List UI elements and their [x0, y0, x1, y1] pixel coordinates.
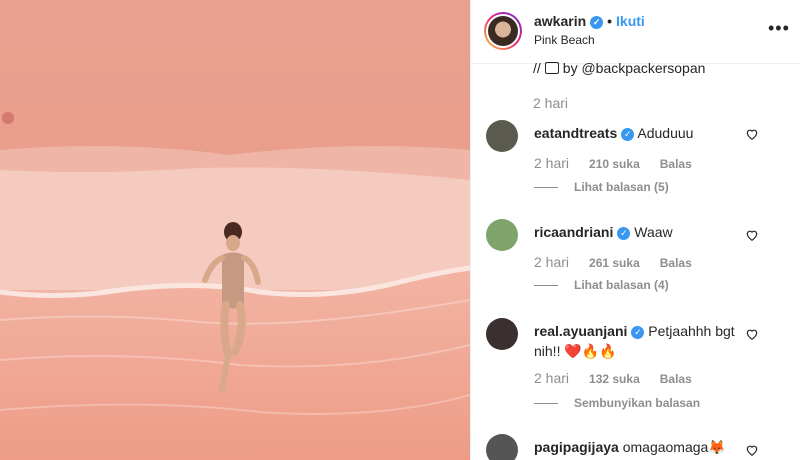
comment-avatar[interactable] [486, 434, 518, 460]
like-heart-icon[interactable] [745, 127, 759, 141]
comment-username[interactable]: ricaandriani [534, 224, 613, 240]
comment-avatar[interactable] [486, 120, 518, 152]
reply-button[interactable]: Balas [660, 256, 692, 270]
comment-username[interactable]: eatandtreats [534, 125, 617, 141]
comment-likes[interactable]: 210 suka [589, 157, 640, 171]
comment-username[interactable]: pagipagijaya [534, 439, 619, 455]
post-location[interactable]: Pink Beach [534, 33, 595, 47]
caption-time[interactable]: 2 hari [533, 95, 568, 111]
comment-avatar[interactable] [486, 318, 518, 350]
comment-text: Petjaahhh bgt [648, 323, 735, 339]
comment-likes[interactable]: 261 suka [589, 256, 640, 270]
comments-panel: awkarin ✓ • Ikuti Pink Beach ••• //by @back… [470, 0, 800, 460]
view-replies-label: Lihat balasan (5) [574, 180, 669, 194]
more-options-icon[interactable]: ••• [768, 18, 790, 39]
comment-text-continued: nih!! ❤️🔥🔥 [534, 343, 617, 359]
separator-dot: • [607, 13, 613, 29]
comment-avatar[interactable] [486, 219, 518, 251]
post-dialog: awkarin ✓ • Ikuti Pink Beach ••• //by @back… [0, 0, 800, 460]
verified-badge-icon: ✓ [590, 16, 604, 29]
view-replies-button[interactable]: Lihat balasan (4) [534, 278, 669, 292]
comment-text: Aduduuu [637, 125, 694, 141]
post-header: awkarin ✓ • Ikuti Pink Beach ••• [471, 0, 800, 64]
comment-time[interactable]: 2 hari [534, 370, 569, 386]
caption-credit[interactable]: by @backpackersopan [563, 60, 706, 76]
comment-text: omagaomaga🦊 [622, 439, 726, 455]
like-heart-icon[interactable] [745, 228, 759, 242]
view-replies-button[interactable]: Lihat balasan (5) [534, 180, 669, 194]
hide-replies-button[interactable]: Sembunyikan balasan [534, 396, 700, 410]
verified-badge-icon: ✓ [631, 326, 645, 339]
hide-replies-label: Sembunyikan balasan [574, 396, 701, 410]
comment-username[interactable]: real.ayuanjani [534, 323, 627, 339]
view-replies-label: Lihat balasan (4) [574, 278, 669, 292]
reply-button[interactable]: Balas [660, 372, 692, 386]
pink-beach-image [0, 0, 470, 460]
post-username[interactable]: awkarin [534, 13, 586, 29]
comment-text: Waaw [634, 224, 673, 240]
follow-button[interactable]: Ikuti [616, 13, 645, 29]
comment-time[interactable]: 2 hari [534, 155, 569, 171]
reply-button[interactable]: Balas [660, 157, 692, 171]
avatar[interactable] [484, 12, 522, 50]
like-heart-icon[interactable] [745, 327, 759, 341]
caption-tail: // by @backpackersopan [533, 60, 705, 76]
verified-badge-icon: ✓ [621, 128, 635, 141]
comment-likes[interactable]: 132 suka [589, 372, 640, 386]
caption-prefix: // [533, 60, 541, 76]
like-heart-icon[interactable] [745, 443, 759, 457]
post-photo[interactable] [0, 0, 470, 460]
verified-badge-icon: ✓ [617, 227, 631, 240]
camera-icon [544, 62, 559, 74]
comment-time[interactable]: 2 hari [534, 254, 569, 270]
